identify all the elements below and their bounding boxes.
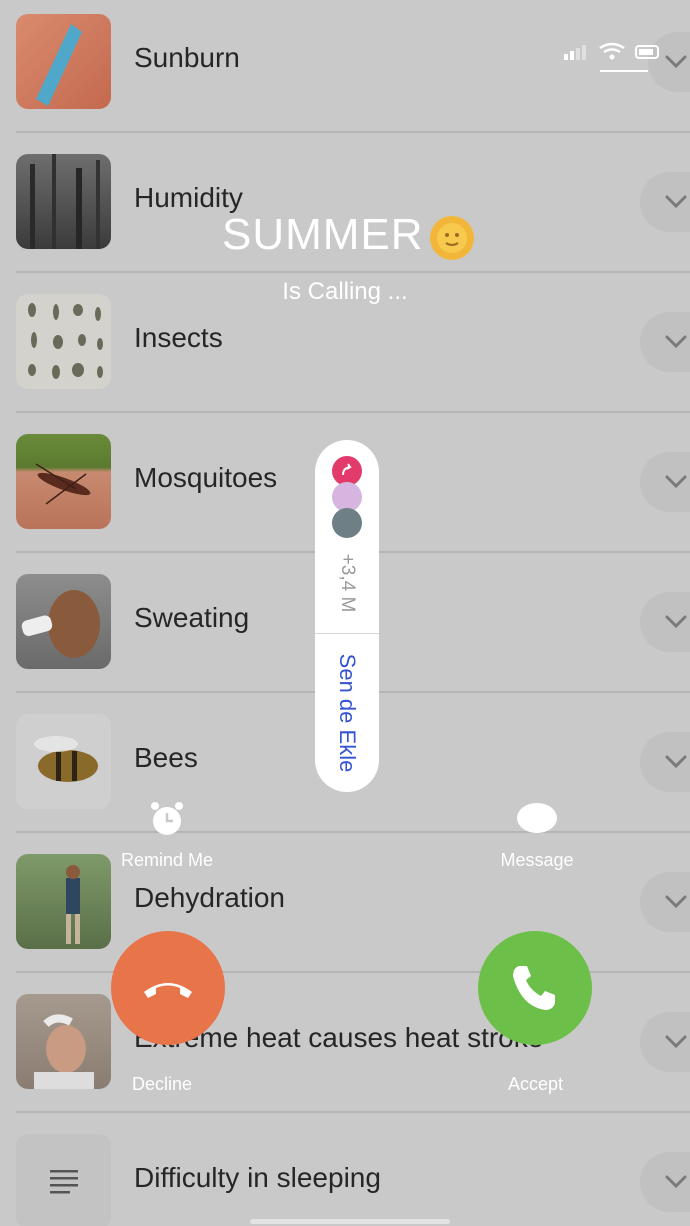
list-item-label: Difficulty in sleeping [134, 1162, 381, 1193]
remind-me-label: Remind Me [120, 850, 214, 870]
expand-button[interactable] [640, 312, 690, 372]
list-item-label: Sunburn [134, 42, 240, 73]
message-button[interactable]: Message [484, 800, 590, 871]
text-lines-icon [50, 1170, 78, 1194]
message-label: Message [500, 850, 574, 870]
remind-me-button[interactable]: Remind Me [112, 800, 222, 871]
expand-button[interactable] [640, 872, 690, 932]
avatar [332, 508, 362, 538]
divider [16, 271, 690, 273]
accept-label: Accept [508, 1074, 564, 1094]
drinking-man-thumbnail [16, 574, 111, 669]
mosquito-thumbnail [16, 434, 111, 529]
chevron-down-icon [665, 1035, 687, 1049]
divider [16, 1111, 690, 1113]
list-item-label: Mosquitoes [134, 462, 278, 493]
chevron-down-icon [665, 895, 687, 909]
chevron-down-icon [665, 475, 687, 489]
insects-thumbnail [16, 294, 111, 389]
list-item-label: Sweating [134, 602, 250, 633]
home-indicator[interactable] [250, 1219, 450, 1224]
divider [315, 633, 379, 634]
list-item-label: Dehydration [134, 882, 285, 913]
expand-button[interactable] [640, 1012, 690, 1072]
message-bubble-icon [517, 803, 557, 833]
list-item-label: Insects [134, 322, 223, 353]
chevron-down-icon [665, 1175, 687, 1189]
decline-button[interactable] [111, 931, 225, 1045]
expand-button[interactable] [640, 172, 690, 232]
list-item[interactable]: Difficulty in sleeping [0, 1120, 690, 1226]
bee-thumbnail [16, 714, 111, 809]
expand-button[interactable] [640, 732, 690, 792]
woman-water-thumbnail [16, 994, 111, 1089]
divider [16, 131, 690, 133]
chevron-down-icon [665, 755, 687, 769]
join-link[interactable]: Sen de Ekle [334, 654, 360, 773]
expand-button[interactable] [640, 452, 690, 512]
hiker-thumbnail [16, 854, 111, 949]
expand-button[interactable] [640, 592, 690, 652]
status-bar [560, 40, 690, 80]
sun-face-icon [428, 214, 476, 262]
divider [16, 411, 690, 413]
signal-icon [564, 45, 586, 60]
list-item-label: Bees [134, 742, 198, 773]
text-lines-thumbnail [16, 1134, 111, 1226]
chevron-down-icon [665, 335, 687, 349]
battery-icon [635, 45, 659, 59]
decline-label: Decline [132, 1074, 193, 1094]
chevron-down-icon [665, 615, 687, 629]
expand-button[interactable] [640, 1152, 690, 1212]
alarm-clock-icon [151, 802, 183, 835]
chevron-down-icon [665, 195, 687, 209]
forest-thumbnail [16, 154, 111, 249]
call-status: Is Calling ... [282, 278, 408, 305]
phone-icon [513, 966, 555, 1010]
caller-name: SUMMER [222, 210, 424, 259]
sunburn-thumbnail [16, 14, 111, 109]
share-pill[interactable]: +3,4 M Sen de Ekle [315, 440, 379, 792]
hang-up-icon [144, 983, 192, 998]
share-count: +3,4 M [337, 553, 358, 613]
wifi-icon [599, 42, 625, 60]
accept-button[interactable] [478, 931, 592, 1045]
